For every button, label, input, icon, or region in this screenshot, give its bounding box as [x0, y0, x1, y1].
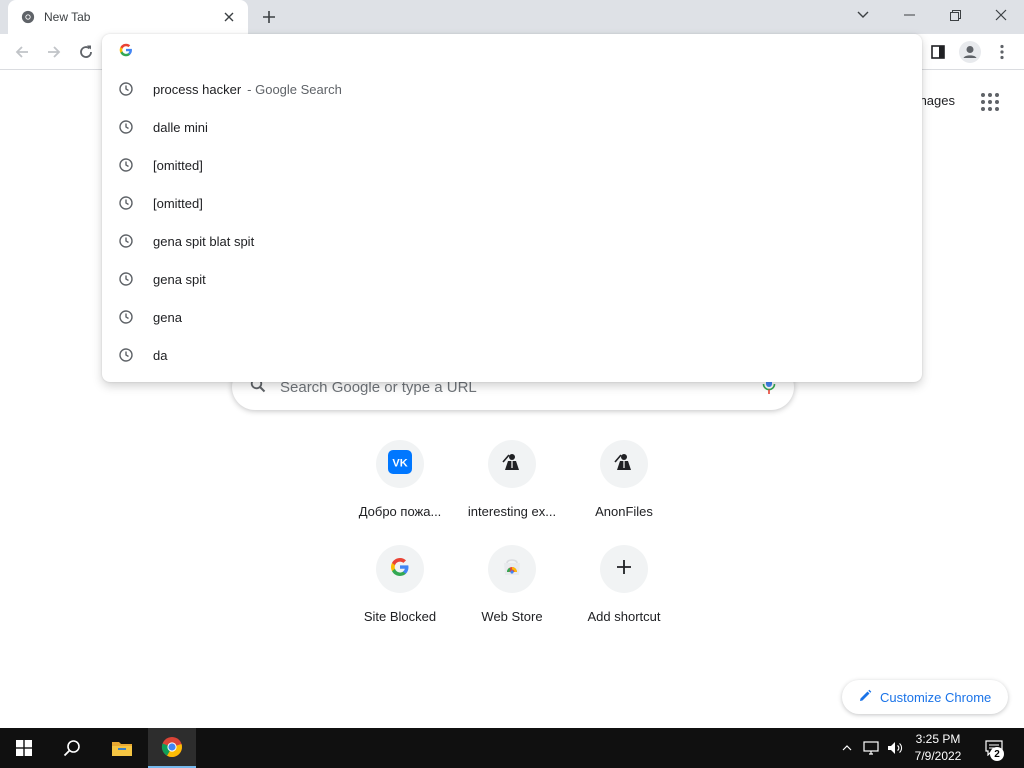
suggestion-text: dalle mini — [153, 119, 208, 135]
anon-site-icon — [612, 450, 636, 479]
pencil-icon — [858, 689, 872, 706]
history-clock-icon — [118, 233, 134, 249]
notification-count-badge: 2 — [990, 747, 1004, 761]
tab-title: New Tab — [44, 10, 91, 24]
omnibox-input[interactable] — [102, 34, 922, 70]
shortcut-tile[interactable]: AnonFiles — [568, 440, 680, 519]
reload-icon[interactable] — [72, 38, 100, 66]
restore-button[interactable] — [932, 0, 978, 30]
chrome-window: New Tab nages Search Google or type a UR… — [0, 0, 1024, 768]
anon-site-icon — [500, 450, 524, 479]
customize-label: Customize Chrome — [880, 689, 992, 705]
windows-start-icon[interactable] — [0, 728, 48, 768]
shortcut-label: Add shortcut — [587, 609, 661, 624]
new-tab-button[interactable] — [256, 5, 282, 29]
suggestion-text: gena — [153, 309, 182, 325]
customize-chrome-button[interactable]: Customize Chrome — [842, 680, 1008, 714]
chrome-taskbar-icon[interactable] — [148, 728, 196, 768]
tab-close-icon[interactable] — [220, 8, 238, 26]
omnibox-dropdown: process hacker - Google Search dalle min… — [102, 34, 922, 382]
shortcut-tile[interactable]: Web Store — [456, 545, 568, 624]
shortcut-tile[interactable]: Add shortcut — [568, 545, 680, 624]
taskbar-time: 3:25 PM — [915, 732, 961, 746]
taskbar-date: 7/9/2022 — [914, 749, 962, 763]
plus-icon — [617, 559, 631, 579]
network-icon[interactable] — [860, 728, 882, 768]
chrome-favicon-icon — [20, 9, 36, 25]
omnibox-suggestion[interactable]: process hacker - Google Search — [102, 70, 922, 108]
shortcut-label: Добро пожа... — [358, 504, 442, 519]
chrome-web-store-icon — [501, 557, 523, 582]
shortcut-label: interesting ex... — [467, 504, 557, 519]
minimize-button[interactable] — [886, 0, 932, 30]
images-link[interactable]: nages — [920, 93, 955, 108]
omnibox-suggestion[interactable]: gena — [102, 298, 922, 336]
shortcut-tile[interactable]: VK Добро пожа... — [344, 440, 456, 519]
suggestion-text: da — [153, 347, 168, 363]
google-g-icon — [119, 43, 133, 62]
shortcut-label: Web Store — [481, 609, 543, 624]
history-clock-icon — [118, 157, 134, 173]
history-clock-icon — [118, 309, 134, 325]
forward-arrow-icon[interactable] — [40, 38, 68, 66]
tab-new-tab[interactable]: New Tab — [8, 0, 248, 34]
suggestion-text: [omitted] — [153, 157, 203, 173]
windows-taskbar: 3:25 PM 7/9/2022 — [0, 728, 1024, 768]
shortcut-label: AnonFiles — [595, 504, 653, 519]
omnibox-suggestion[interactable]: gena spit blat spit — [102, 222, 922, 260]
omnibox-suggestion[interactable]: [omitted] — [102, 146, 922, 184]
suggestion-text: gena spit — [153, 271, 206, 287]
omnibox-suggestion[interactable]: [omitted] — [102, 184, 922, 222]
history-clock-icon — [118, 347, 134, 363]
google-g-icon — [390, 557, 410, 582]
shortcut-tile[interactable]: interesting ex... — [456, 440, 568, 519]
suggestion-text: [omitted] — [153, 195, 203, 211]
taskbar-clock[interactable]: 3:25 PM 7/9/2022 — [904, 730, 972, 766]
omnibox-suggestion[interactable]: da — [102, 336, 922, 374]
omnibox-suggestion[interactable]: gena spit — [102, 260, 922, 298]
close-window-button[interactable] — [978, 0, 1024, 30]
suggestion-text: gena spit blat spit — [153, 233, 255, 249]
shortcut-tiles: VK Добро пожа... interesting ex... AnonF… — [344, 440, 680, 624]
history-clock-icon — [118, 119, 134, 135]
history-clock-icon — [118, 195, 134, 211]
shortcut-label: Site Blocked — [363, 609, 437, 624]
omnibox-suggestion[interactable]: dalle mini — [102, 108, 922, 146]
vk-icon: VK — [388, 449, 412, 479]
back-arrow-icon[interactable] — [8, 38, 36, 66]
suggestion-text: process hacker — [153, 81, 242, 97]
volume-icon[interactable] — [884, 728, 906, 768]
google-apps-icon[interactable] — [978, 90, 1002, 114]
tab-strip: New Tab — [0, 0, 1024, 34]
file-explorer-icon[interactable] — [98, 728, 146, 768]
svg-text:VK: VK — [392, 457, 407, 469]
history-clock-icon — [118, 271, 134, 287]
profile-avatar-icon[interactable] — [956, 38, 984, 66]
history-clock-icon — [118, 81, 134, 97]
taskbar-search-icon[interactable] — [48, 728, 96, 768]
shortcut-tile[interactable]: Site Blocked — [344, 545, 456, 624]
side-panel-icon[interactable] — [924, 38, 952, 66]
more-menu-icon[interactable] — [988, 38, 1016, 66]
suggestion-suffix: - Google Search — [247, 81, 342, 97]
tab-search-chevron-icon[interactable] — [840, 0, 886, 30]
tray-overflow-chevron-icon[interactable] — [838, 728, 856, 768]
